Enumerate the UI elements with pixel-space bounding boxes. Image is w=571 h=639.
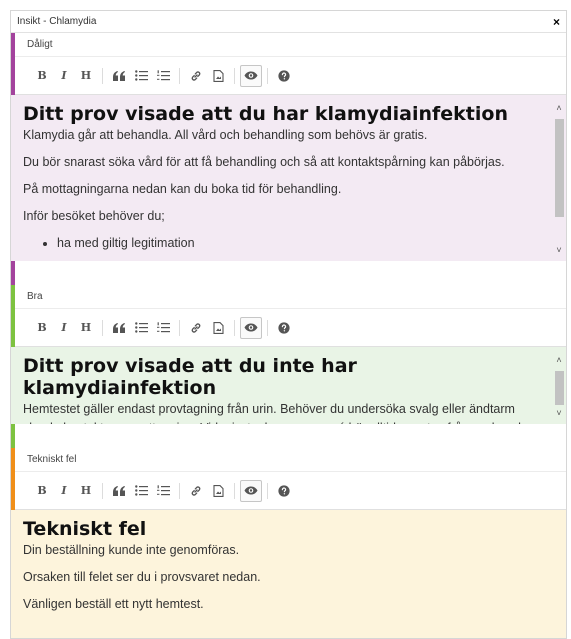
scrollbar[interactable]: ˄ ˅ (552, 95, 566, 261)
preview-paragraph: Inför besöket behöver du; (23, 209, 165, 223)
heading-icon[interactable]: H (75, 480, 97, 502)
unordered-list-icon[interactable] (130, 65, 152, 87)
dialog-header: Insikt - Chlamydia × (11, 11, 566, 33)
preview-eye-icon[interactable] (240, 64, 262, 87)
editor-toolbar-good: B I H (11, 309, 566, 347)
toolbar-divider (179, 482, 180, 499)
image-icon[interactable] (207, 65, 229, 87)
ordered-list-icon[interactable] (152, 65, 174, 87)
bold-icon[interactable]: B (31, 480, 53, 502)
scroll-up-icon[interactable]: ˄ (552, 353, 566, 367)
toolbar-divider (102, 319, 103, 336)
dialog-title: Insikt - Chlamydia (17, 16, 97, 27)
toolbar-divider (234, 67, 235, 84)
preview-paragraph: Orsaken till felet ser du i provsvaret n… (23, 570, 261, 584)
insight-dialog: Insikt - Chlamydia × Dåligt B I H Ditt p… (10, 10, 567, 639)
scroll-up-icon[interactable]: ˄ (552, 101, 566, 115)
help-icon[interactable] (273, 480, 295, 502)
quote-icon[interactable] (108, 317, 130, 339)
scroll-down-icon[interactable]: ˅ (552, 243, 566, 257)
preview-list-item: ha med giltig legitimation (57, 234, 536, 253)
preview-heading: Tekniskt fel (23, 518, 147, 540)
quote-icon[interactable] (108, 65, 130, 87)
quote-icon[interactable] (108, 480, 130, 502)
unordered-list-icon[interactable] (130, 480, 152, 502)
toolbar-divider (267, 482, 268, 499)
bold-icon[interactable]: B (31, 317, 53, 339)
link-icon[interactable] (185, 65, 207, 87)
section-error-label: Tekniskt fel (11, 448, 566, 472)
link-icon[interactable] (185, 317, 207, 339)
close-icon[interactable]: × (553, 16, 560, 28)
preview-heading: Ditt prov visade att du inte har klamydi… (23, 355, 357, 399)
image-icon[interactable] (207, 480, 229, 502)
section-error: Tekniskt fel B I H Tekniskt fel Din best… (11, 448, 566, 638)
toolbar-divider (267, 319, 268, 336)
italic-icon[interactable]: I (53, 65, 75, 87)
preview-paragraph: Din beställning kunde inte genomföras. (23, 543, 240, 557)
scrollbar-thumb[interactable] (555, 371, 564, 405)
ordered-list-icon[interactable] (152, 480, 174, 502)
preview-paragraph: Klamydia går att behandla. All vård och … (23, 128, 428, 142)
heading-icon[interactable]: H (75, 65, 97, 87)
toolbar-divider (267, 67, 268, 84)
preview-good[interactable]: Ditt prov visade att du inte har klamydi… (11, 347, 566, 424)
toolbar-divider (234, 319, 235, 336)
link-icon[interactable] (185, 480, 207, 502)
toolbar-divider (102, 482, 103, 499)
section-good: Bra B I H Ditt prov visade att du inte h… (11, 285, 566, 448)
preview-eye-icon[interactable] (240, 316, 262, 339)
unordered-list-icon[interactable] (130, 317, 152, 339)
editor-toolbar-bad: B I H (11, 57, 566, 95)
section-good-label: Bra (11, 285, 566, 309)
preview-bad[interactable]: Ditt prov visade att du har klamydiainfe… (11, 95, 566, 261)
section-bad: Dåligt B I H Ditt prov visade att du har… (11, 33, 566, 285)
preview-paragraph: Vänligen beställ ett nytt hemtest. (23, 597, 204, 611)
editor-toolbar-error: B I H (11, 472, 566, 510)
scrollbar-thumb[interactable] (555, 119, 564, 217)
help-icon[interactable] (273, 65, 295, 87)
toolbar-divider (102, 67, 103, 84)
preview-eye-icon[interactable] (240, 479, 262, 502)
heading-icon[interactable]: H (75, 317, 97, 339)
preview-heading: Ditt prov visade att du har klamydiainfe… (23, 103, 508, 125)
section-bad-label: Dåligt (11, 33, 566, 57)
italic-icon[interactable]: I (53, 317, 75, 339)
image-icon[interactable] (207, 317, 229, 339)
preview-paragraph: På mottagningarna nedan kan du boka tid … (23, 182, 342, 196)
scrollbar[interactable]: ˄ ˅ (552, 347, 566, 424)
ordered-list-icon[interactable] (152, 317, 174, 339)
preview-paragraph: Hemtestet gäller endast provtagning från… (23, 402, 525, 424)
toolbar-divider (179, 319, 180, 336)
scroll-down-icon[interactable]: ˅ (552, 406, 566, 420)
preview-error[interactable]: Tekniskt fel Din beställning kunde inte … (11, 510, 566, 638)
preview-paragraph: Du bör snarast söka vård för att få beha… (23, 155, 505, 169)
italic-icon[interactable]: I (53, 480, 75, 502)
toolbar-divider (234, 482, 235, 499)
help-icon[interactable] (273, 317, 295, 339)
bold-icon[interactable]: B (31, 65, 53, 87)
toolbar-divider (179, 67, 180, 84)
